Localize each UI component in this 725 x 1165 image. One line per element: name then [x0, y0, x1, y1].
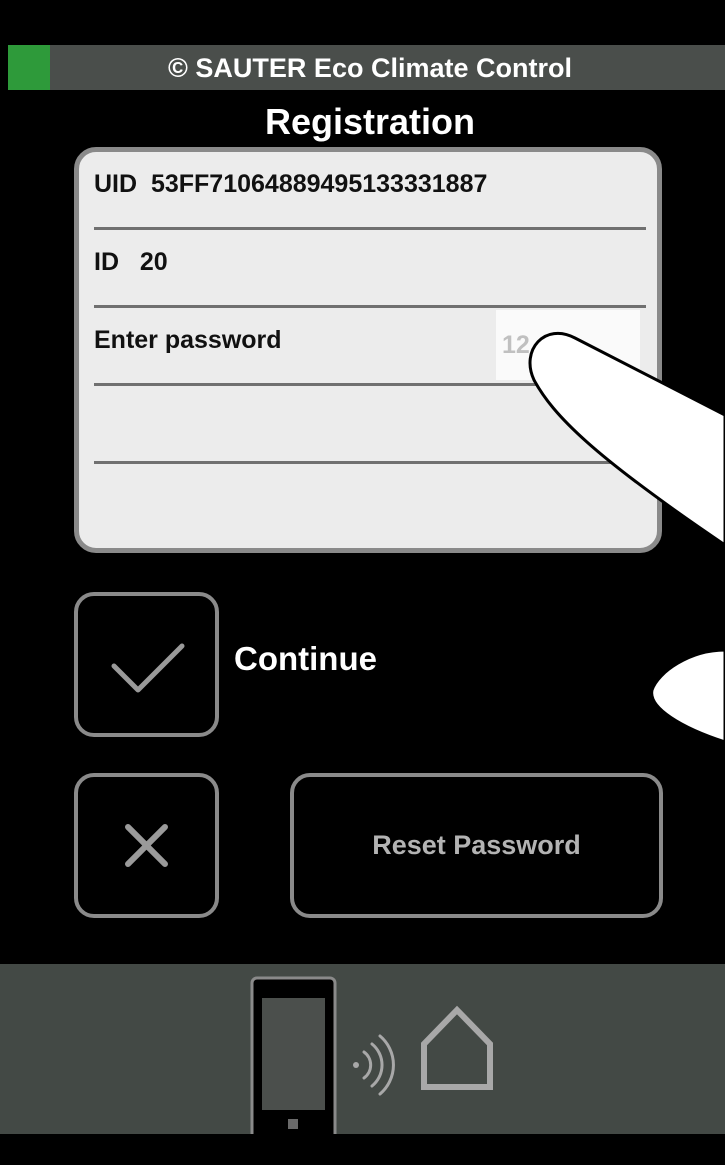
cancel-button[interactable]: [74, 773, 219, 918]
close-icon: [125, 824, 168, 867]
uid-text: UID 53FF71064889495133331887: [94, 170, 488, 198]
password-label: Enter password: [94, 326, 282, 354]
id-text: ID 20: [94, 248, 168, 276]
registration-card: UID 53FF71064889495133331887 ID 20 Enter…: [74, 147, 662, 553]
page-title: Registration: [264, 101, 476, 142]
wireless-signal-icon: [353, 1034, 395, 1096]
continue-label[interactable]: Continue: [234, 640, 377, 678]
connection-status-indicator: [8, 45, 50, 90]
continue-button[interactable]: [74, 592, 219, 737]
smartphone-icon: [250, 976, 337, 1142]
reset-password-button[interactable]: Reset Password: [290, 773, 663, 918]
id-row: ID 20: [94, 230, 646, 308]
empty-row: [94, 386, 646, 464]
password-row: Enter password: [94, 308, 646, 386]
app-title: © SAUTER Eco Climate Control: [168, 53, 572, 83]
bottom-bar: [0, 1134, 725, 1165]
footer-icons: [250, 976, 493, 1142]
uid-row: UID 53FF71064889495133331887: [94, 152, 646, 230]
password-input[interactable]: [496, 310, 640, 380]
check-icon: [111, 643, 185, 693]
home-icon: [421, 1005, 493, 1090]
footer-bar: [0, 964, 725, 1142]
